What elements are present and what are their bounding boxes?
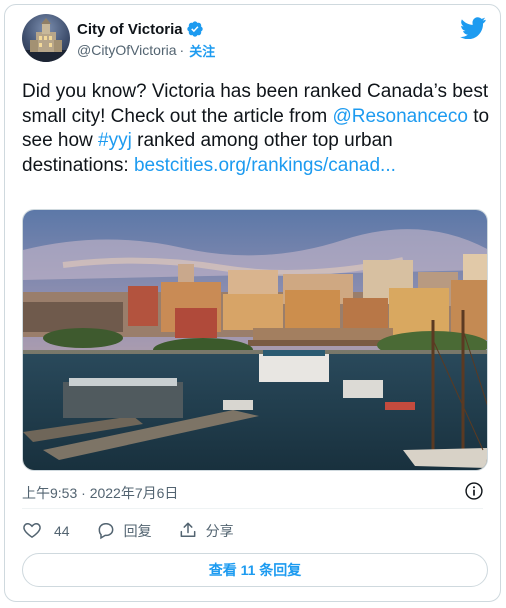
hashtag-link[interactable]: #yyj <box>98 130 132 151</box>
share-label: 分享 <box>205 523 234 539</box>
url-link[interactable]: bestcities.org/rankings/canad... <box>134 155 396 176</box>
like-button[interactable]: 44 <box>22 520 70 543</box>
divider <box>22 508 483 509</box>
author-handle[interactable]: @CityOfVictoria <box>77 42 177 58</box>
share-button[interactable]: 分享 <box>178 520 234 543</box>
like-count: 44 <box>54 523 70 539</box>
verified-badge-icon <box>186 20 204 38</box>
reply-bubble-icon <box>96 520 116 543</box>
tweet-photo[interactable] <box>22 209 488 471</box>
reply-button[interactable]: 回复 <box>96 520 152 543</box>
author-block: City of Victoria @CityOfVictoria · 关注 <box>77 19 215 59</box>
follow-button[interactable]: 关注 <box>189 41 215 60</box>
author-name[interactable]: City of Victoria <box>77 21 183 38</box>
view-replies-button[interactable]: 查看 11 条回复 <box>22 553 488 587</box>
mention-link[interactable]: @Resonanceco <box>332 106 467 127</box>
tweet-text: Did you know? Victoria has been ranked C… <box>22 80 492 178</box>
twitter-bird-icon[interactable] <box>460 17 486 44</box>
reply-label: 回复 <box>123 523 152 539</box>
heart-icon <box>22 520 42 543</box>
action-bar: 44 回复 分享 <box>22 519 260 543</box>
info-icon[interactable] <box>464 481 484 506</box>
tweet-card: City of Victoria @CityOfVictoria · 关注 Di… <box>4 4 501 602</box>
share-icon <box>178 520 198 543</box>
avatar[interactable] <box>22 14 70 62</box>
separator: · <box>179 42 185 58</box>
timestamp[interactable]: 上午9:53 · 2022年7月6日 <box>22 483 178 503</box>
